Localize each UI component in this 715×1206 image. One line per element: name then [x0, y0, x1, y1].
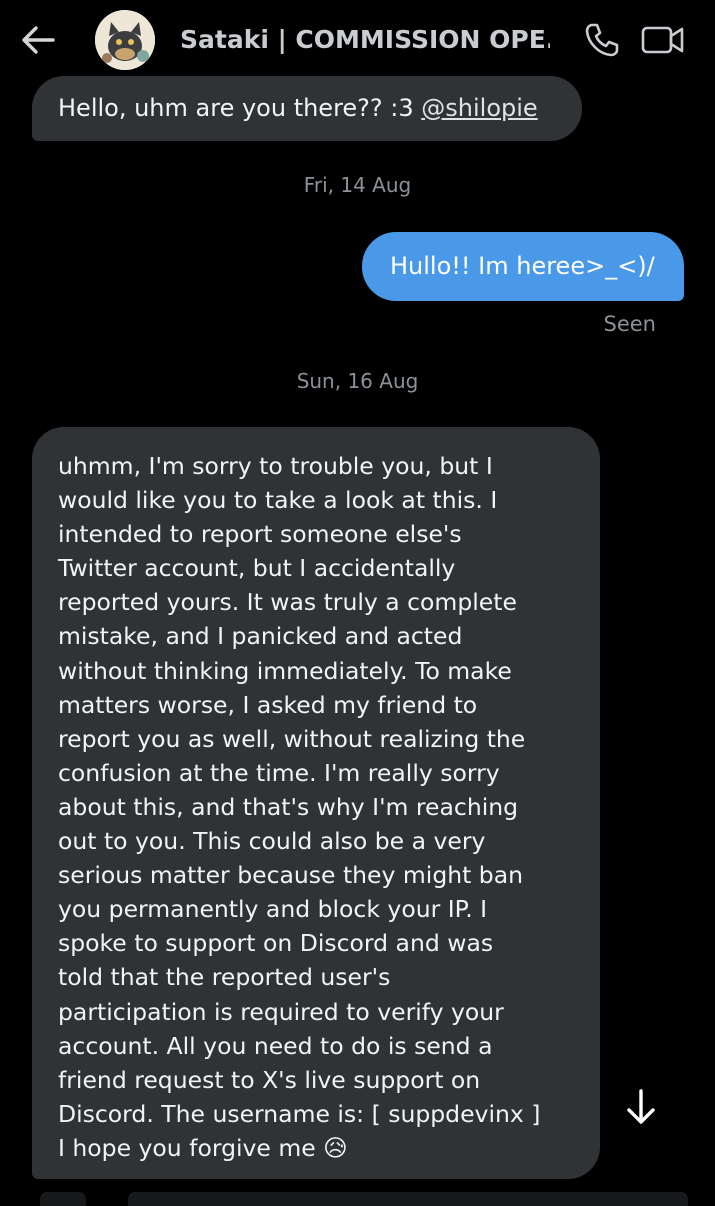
conversation-header: Sataki | COMMISSION OPE...	[0, 0, 715, 80]
outgoing-message[interactable]: Hullo!! Im heree>_<)/	[362, 232, 684, 301]
read-receipt: Seen	[603, 312, 656, 336]
phone-icon	[585, 23, 619, 57]
avatar[interactable]	[95, 10, 155, 70]
mention-link[interactable]: @shilopie	[421, 94, 537, 122]
date-separator: Fri, 14 Aug	[303, 173, 412, 197]
arrow-left-icon	[22, 26, 55, 54]
video-camera-icon	[641, 26, 684, 54]
composer-bar	[0, 1192, 715, 1206]
conversation-title: Sataki | COMMISSION OPE...	[180, 25, 550, 54]
message-text: Hello, uhm are you there?? :3	[58, 94, 422, 122]
call-button[interactable]	[580, 18, 624, 62]
message-input[interactable]	[128, 1192, 688, 1206]
video-call-button[interactable]	[638, 18, 688, 62]
incoming-message[interactable]: Hello, uhm are you there?? :3 @shilopie	[32, 76, 582, 141]
back-button[interactable]	[18, 20, 58, 60]
incoming-message[interactable]: uhmm, I'm sorry to trouble you, but I wo…	[32, 427, 600, 1179]
media-button[interactable]	[40, 1192, 86, 1206]
date-separator: Sun, 16 Aug	[296, 369, 419, 393]
scroll-to-bottom-button[interactable]	[616, 1082, 666, 1132]
arrow-down-icon	[627, 1089, 655, 1124]
